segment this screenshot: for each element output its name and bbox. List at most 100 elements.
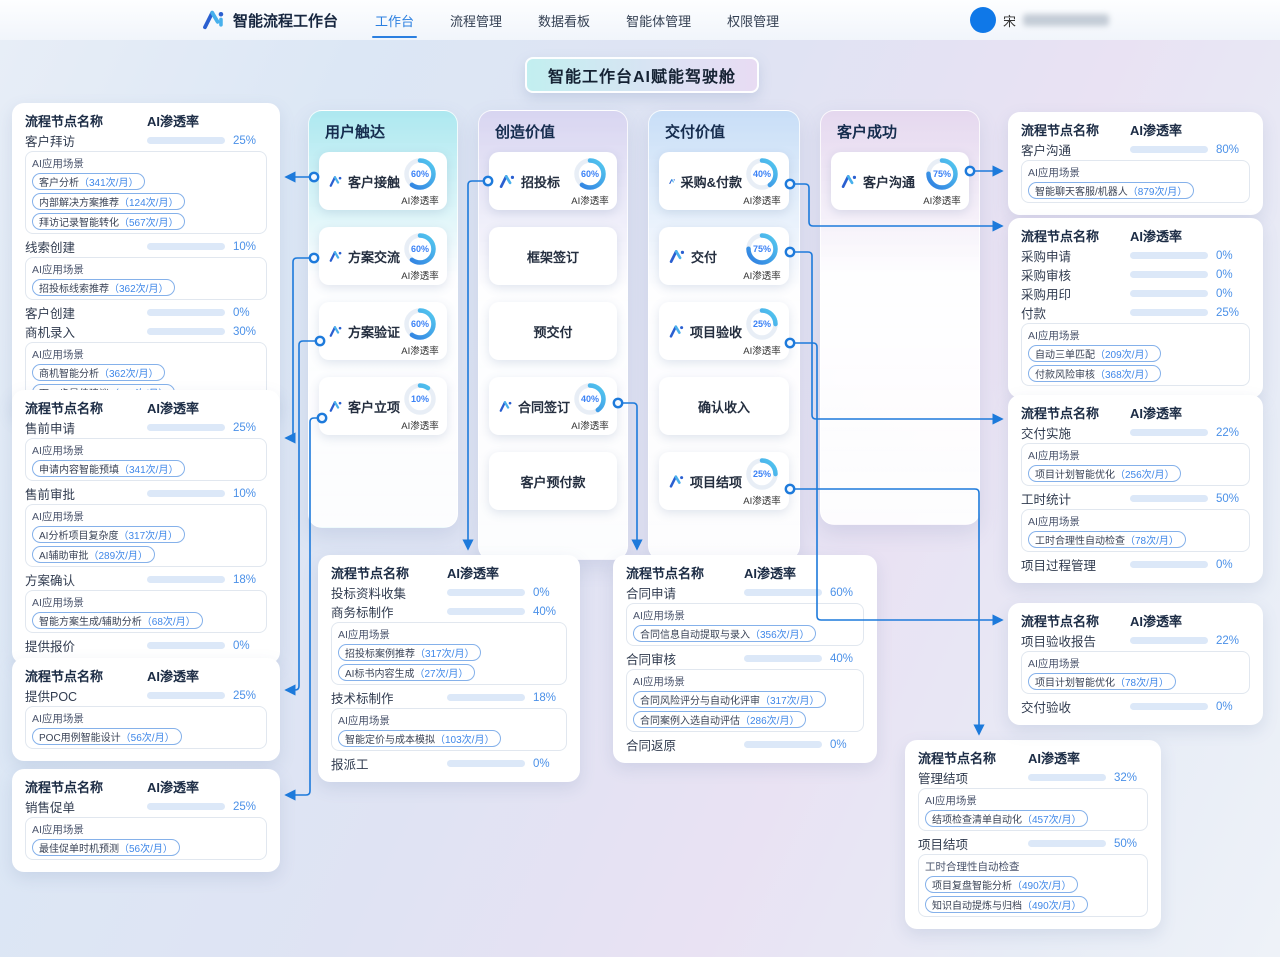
node-column-header: 流程节点名称: [25, 777, 147, 796]
ai-scenario-tag-name: 合同风险评分与自动化评审: [640, 692, 760, 707]
ai-scenario-label: AI应用场景: [32, 711, 260, 726]
ai-scenario-tag-count: （490次/月）: [1012, 877, 1071, 892]
ai-logo-icon: [329, 248, 343, 265]
ai-scenario-tag[interactable]: 项目复盘智能分析（490次/月）: [925, 876, 1078, 893]
ai-scenario-tag[interactable]: 知识自动提炼与归档（490次/月）: [925, 896, 1088, 913]
process-node-deliver-3[interactable]: 项目验收25%AI渗透率: [659, 302, 789, 360]
nav-item-3[interactable]: 数据看板: [535, 0, 593, 40]
ai-scenario-tag[interactable]: 付款风险审核（368次/月）: [1028, 365, 1161, 382]
ai-scenario-tag[interactable]: 合同信息自动提取与录入（356次/月）: [633, 625, 816, 642]
process-node-create-2[interactable]: 框架签订: [489, 227, 617, 285]
process-node-reach-1[interactable]: 客户接触60%AI渗透率: [319, 152, 447, 210]
ai-scenario-tag-name: 商机智能分析: [39, 365, 99, 380]
detail-card-left2: 流程节点名称AI渗透率售前申请25%AI应用场景申请内容智能预填（341次/月）…: [12, 390, 280, 664]
ai-scenario-tag[interactable]: 最佳促单时机预测（56次/月）: [32, 839, 180, 856]
ai-rate-value: 0%: [1216, 269, 1250, 281]
process-node-row: 客户拜访25%: [25, 131, 267, 150]
process-node-create-1[interactable]: 招投标60%AI渗透率: [489, 152, 617, 210]
process-node-name: 技术标制作: [331, 688, 447, 707]
ai-rate-donut: 25%: [744, 456, 780, 492]
nav-item-1[interactable]: 工作台: [372, 0, 417, 40]
process-node-row: 管理结项32%: [918, 768, 1148, 787]
user-area[interactable]: 宋: [970, 0, 1109, 40]
process-node-deliver-5[interactable]: 项目结项25%AI渗透率: [659, 452, 789, 510]
ai-scenario-tag[interactable]: 拜访记录智能转化（567次/月）: [32, 213, 185, 230]
stage-column-title: 用户触达: [309, 111, 457, 152]
ai-rate-donut: 75%: [924, 156, 960, 192]
user-avatar[interactable]: [970, 7, 996, 33]
process-node-create-3[interactable]: 预交付: [489, 302, 617, 360]
ai-scenario-tag[interactable]: 项目计划智能优化（78次/月）: [1028, 673, 1176, 690]
detail-card-header: 流程节点名称AI渗透率: [1021, 404, 1250, 421]
ai-scenario-label: AI应用场景: [32, 822, 260, 837]
ai-scenario-tag[interactable]: 工时合理性自动检查（78次/月）: [1028, 531, 1186, 548]
process-node-reach-4[interactable]: 客户立项10%AI渗透率: [319, 377, 447, 435]
ai-scenario-tag-name: 招投标线索推荐: [39, 280, 109, 295]
rate-column-header: AI渗透率: [147, 666, 267, 685]
ai-scenario-tag[interactable]: 招投标线索推荐（362次/月）: [32, 279, 175, 296]
app-logo-icon: [202, 8, 226, 32]
ai-scenario-tag[interactable]: 项目计划智能优化（256次/月）: [1028, 465, 1181, 482]
ai-rate-donut: 40%: [744, 156, 780, 192]
donut-percent: 10%: [402, 381, 438, 417]
ai-scenario-tag-count: （289次/月）: [88, 547, 147, 562]
ai-scenario-tag[interactable]: 客户分析（341次/月）: [32, 173, 145, 190]
ai-scenario-label: AI应用场景: [925, 793, 1141, 808]
ai-scenario-tag-count: （879次/月）: [1128, 183, 1187, 198]
nav-item-4[interactable]: 智能体管理: [623, 0, 694, 40]
process-node-reach-3[interactable]: 方案验证60%AI渗透率: [319, 302, 447, 360]
process-node-name: 项目结项: [918, 834, 1028, 853]
process-node-deliver-4[interactable]: 确认收入: [659, 377, 789, 435]
ai-scenario-tag[interactable]: 智能定价与成本模拟（103次/月）: [338, 730, 501, 747]
ai-scenario-tag[interactable]: AI辅助审批（289次/月）: [32, 546, 155, 563]
ai-scenario-tag-name: 自动三单匹配: [1035, 346, 1095, 361]
ai-rate-bar: [147, 576, 225, 583]
ai-scenario-tag[interactable]: 合同案例入选自动评估（286次/月）: [633, 711, 806, 728]
ai-rate-bar: [1130, 271, 1208, 278]
ai-scenario-tags: 招投标案例推荐（317次/月） AI标书内容生成（27次/月）: [338, 644, 560, 681]
ai-scenario-tag[interactable]: AI标书内容生成（27次/月）: [338, 664, 475, 681]
rate-column-header: AI渗透率: [1028, 748, 1148, 767]
detail-card-left1: 流程节点名称AI渗透率客户拜访25%AI应用场景客户分析（341次/月）内部解决…: [12, 103, 280, 417]
stage-column-nodes: 客户沟通75%AI渗透率: [821, 152, 979, 210]
process-node-left: 方案交流: [329, 247, 400, 266]
ai-rate-value: 0%: [1216, 250, 1250, 262]
process-node-deliver-1[interactable]: 采购&付款40%AI渗透率: [659, 152, 789, 210]
process-node-reach-2[interactable]: 方案交流60%AI渗透率: [319, 227, 447, 285]
ai-scenario-tag[interactable]: 智能方案生成/辅助分析（68次/月）: [32, 612, 203, 629]
ai-scenario-tag[interactable]: 商机智能分析（362次/月）: [32, 364, 165, 381]
process-node-label: 客户预付款: [520, 472, 585, 491]
process-node-name: 付款: [1021, 303, 1130, 322]
process-node-create-5[interactable]: 客户预付款: [489, 452, 617, 510]
ai-scenario-tag-count: （27次/月）: [414, 665, 468, 680]
ai-scenario-tag[interactable]: 自动三单匹配（209次/月）: [1028, 345, 1161, 362]
ai-scenario-tag[interactable]: 合同风险评分与自动化评审（317次/月）: [633, 691, 826, 708]
ai-scenario-label: 工时合理性自动检查: [925, 859, 1141, 874]
ai-scenario-tag[interactable]: 智能聊天客服/机器人（879次/月）: [1028, 182, 1194, 199]
nav-item-2[interactable]: 流程管理: [447, 0, 505, 40]
ai-scenario-tag-count: （209次/月）: [1095, 346, 1154, 361]
ai-scenario-tag-count: （124次/月）: [119, 194, 178, 209]
ai-scenario-tag[interactable]: 内部解决方案推荐（124次/月）: [32, 193, 185, 210]
process-node-success-1[interactable]: 客户沟通75%AI渗透率: [831, 152, 969, 210]
ai-scenario-tag[interactable]: 招投标案例推荐（317次/月）: [338, 644, 481, 661]
detail-card-bottomA: 流程节点名称AI渗透率投标资料收集0%商务标制作40%AI应用场景招投标案例推荐…: [318, 555, 580, 782]
ai-scenario-tag[interactable]: 申请内容智能预填（341次/月）: [32, 460, 185, 477]
ai-scenario-tag[interactable]: POC用例智能设计（56次/月）: [32, 728, 182, 745]
process-node-create-4[interactable]: 合同签订40%AI渗透率: [489, 377, 617, 435]
ai-scenario-tags: 智能聊天客服/机器人（879次/月）: [1028, 182, 1243, 199]
ai-scenario-tag[interactable]: 结项检查清单自动化（457次/月）: [925, 810, 1088, 827]
process-node-rate: 75%AI渗透率: [922, 156, 962, 207]
app-title: 智能流程工作台: [233, 10, 338, 31]
nav-item-5[interactable]: 权限管理: [724, 0, 782, 40]
donut-percent: 75%: [924, 156, 960, 192]
process-node-deliver-2[interactable]: 交付75%AI渗透率: [659, 227, 789, 285]
process-node-rate: 25%AI渗透率: [742, 456, 782, 507]
ai-scenario-tag[interactable]: AI分析项目复杂度（317次/月）: [32, 526, 185, 543]
process-node-name: 售前审批: [25, 484, 147, 503]
process-node-row: 报派工0%: [331, 754, 567, 773]
ai-rate-bar: [1028, 840, 1106, 847]
process-node-left: 项目结项: [669, 472, 742, 491]
process-node-name: 商机录入: [25, 322, 147, 341]
ai-scenario-tag-count: （68次/月）: [142, 613, 196, 628]
